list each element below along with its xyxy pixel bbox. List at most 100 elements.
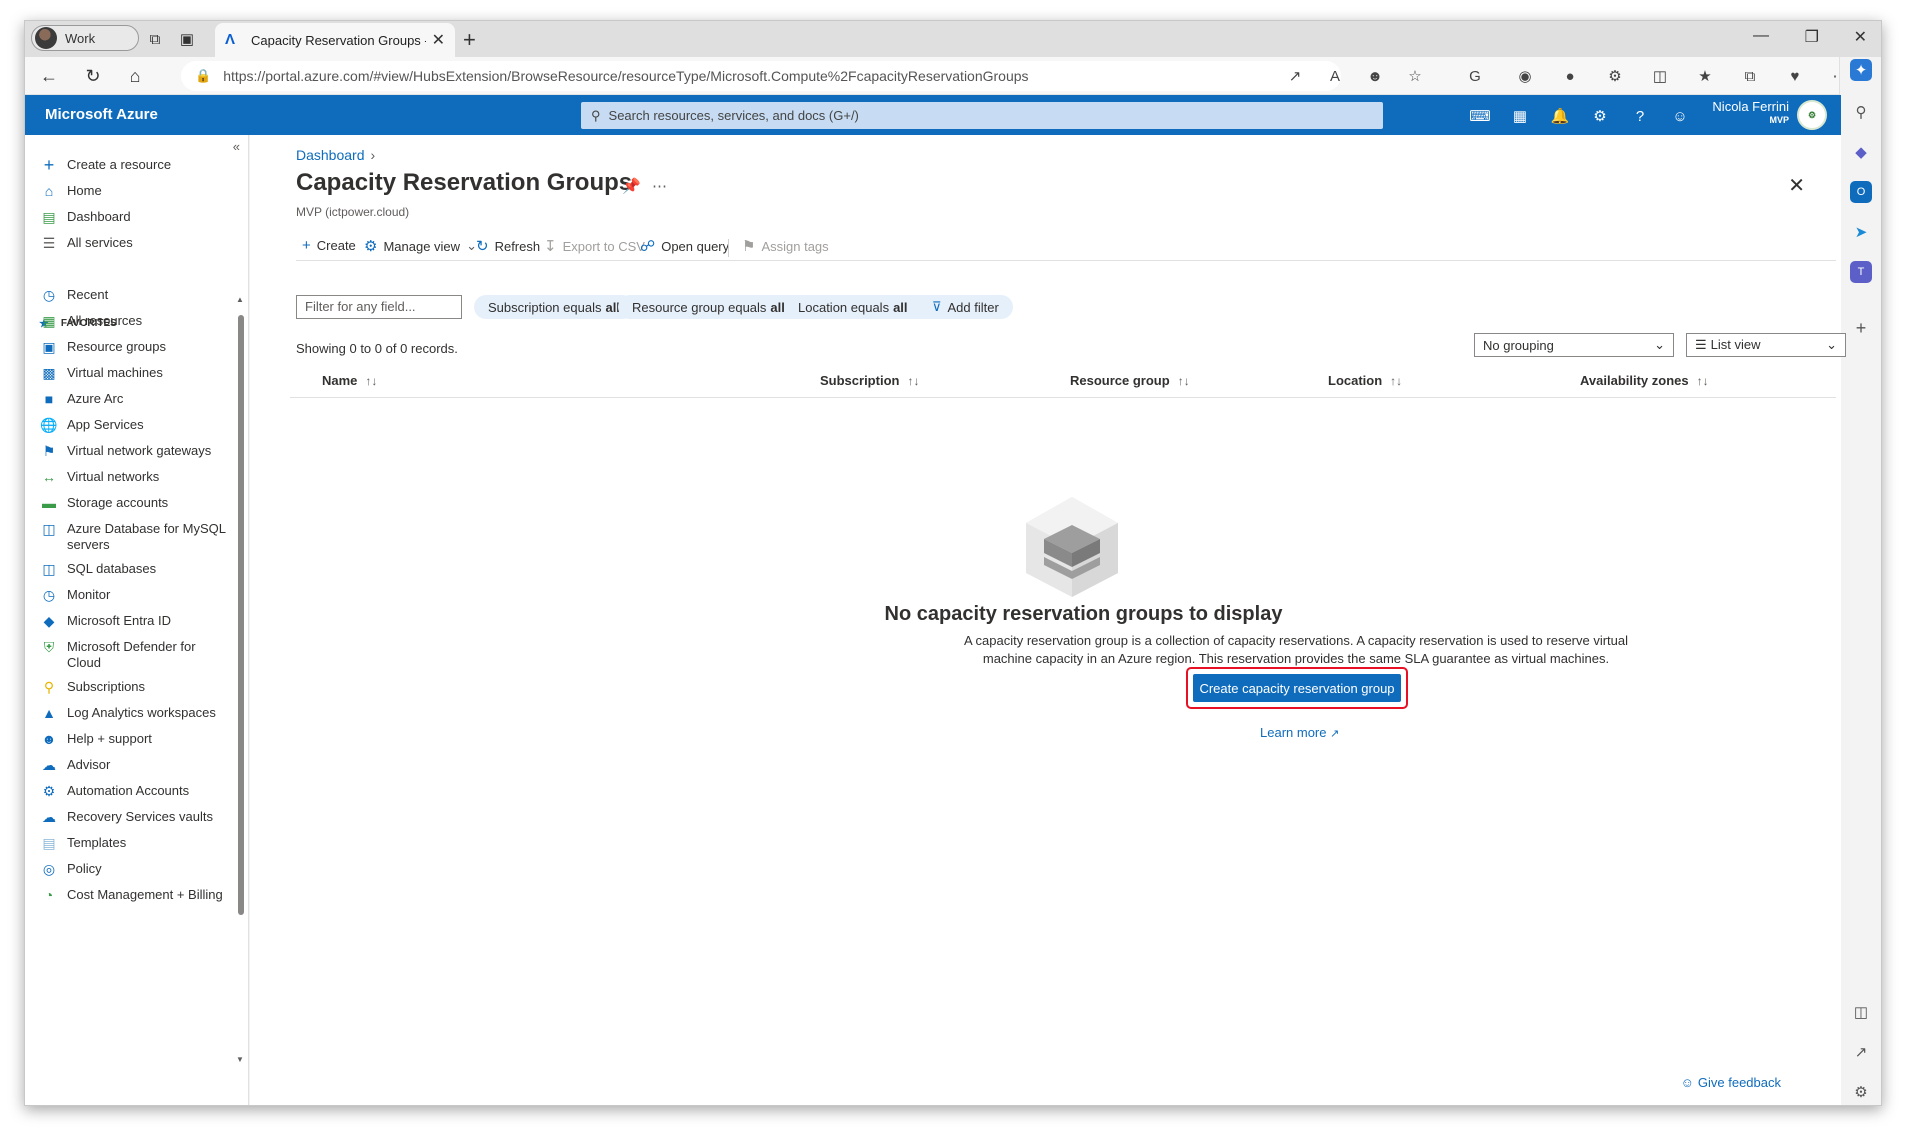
sidebar-item-recent[interactable]: ◷ Recent <box>39 287 229 303</box>
sidebar-item-entra-id[interactable]: ◆ Microsoft Entra ID <box>39 613 229 629</box>
export-csv-button[interactable]: ↧ Export to CSV <box>544 237 645 255</box>
subscription-filter-pill[interactable]: Subscription equals all <box>474 295 634 319</box>
profile-button[interactable]: Work <box>31 25 139 51</box>
sidebar-item-create-resource[interactable]: + Create a resource <box>39 156 229 174</box>
feedback-header-icon[interactable]: ☺ <box>1669 106 1691 126</box>
view-dropdown[interactable]: ☰ List view ⌄ <box>1686 333 1846 357</box>
restore-icon[interactable]: ❐ <box>1805 27 1819 47</box>
sidebar-tools-icon[interactable]: ◆ <box>1850 141 1872 163</box>
close-blade-icon[interactable]: ✕ <box>1788 173 1805 198</box>
split-screen-icon[interactable]: ◫ <box>1650 66 1670 86</box>
sidebar-item-advisor[interactable]: ☁ Advisor <box>39 757 229 773</box>
avatar[interactable]: ⚙ <box>1797 100 1827 130</box>
sidebar-search-icon[interactable]: ⚲ <box>1850 101 1872 123</box>
create-button[interactable]: + Create <box>302 237 356 254</box>
sidebar-item-virtual-machines[interactable]: ▩ Virtual machines <box>39 365 229 381</box>
browser-tab[interactable]: Λ Capacity Reservation Groups - M ✕ <box>215 23 455 57</box>
global-search-input[interactable]: ⚲ Search resources, services, and docs (… <box>581 102 1383 129</box>
workspaces-icon[interactable]: ⧉ <box>143 27 167 51</box>
help-icon[interactable]: ? <box>1629 106 1651 126</box>
sidebar-item-resource-groups[interactable]: ▣ Resource groups <box>39 339 229 355</box>
sidebar-item-automation[interactable]: ⚙ Automation Accounts <box>39 783 229 799</box>
sidebar-item-all-resources[interactable]: ▦ All resources <box>39 313 229 329</box>
sidebar-item-azure-arc[interactable]: ■ Azure Arc <box>39 391 229 407</box>
url-field[interactable]: 🔒 https://portal.azure.com/#view/HubsExt… <box>181 61 1341 91</box>
refresh-button[interactable]: ↻ Refresh <box>476 237 540 255</box>
breadcrumb-dashboard-link[interactable]: Dashboard <box>296 147 365 163</box>
pin-icon[interactable]: 📌 <box>622 177 641 195</box>
sidebar-item-subscriptions[interactable]: ⚲ Subscriptions <box>39 679 229 695</box>
outlook-icon[interactable]: O <box>1850 181 1872 203</box>
directory-filter-icon[interactable]: ▦ <box>1509 106 1531 126</box>
settings-gear-icon[interactable]: ⚙ <box>1589 106 1611 126</box>
assign-tags-button[interactable]: ⚑ Assign tags <box>742 237 829 255</box>
cloud-shell-icon[interactable]: ⌨ <box>1469 106 1491 126</box>
send-icon[interactable]: ➤ <box>1850 221 1872 243</box>
performance-icon[interactable]: ♥ <box>1785 66 1805 86</box>
external-icon[interactable]: ↗ <box>1850 1041 1872 1063</box>
sidebar-item-monitor[interactable]: ◷ Monitor <box>39 587 229 603</box>
user-account[interactable]: Nicola Ferrini MVP <box>1712 99 1789 125</box>
tab-actions-icon[interactable]: ▣ <box>175 27 199 51</box>
sidebar-item-virtual-networks[interactable]: ↔ Virtual networks <box>39 469 229 485</box>
sidebar-item-sql-databases[interactable]: ◫ SQL databases <box>39 561 229 577</box>
collections-icon[interactable]: ⧉ <box>1740 66 1760 86</box>
column-header-name[interactable]: Name ↑↓ <box>322 373 377 388</box>
add-filter-button[interactable]: ⊽ Add filter <box>918 295 1013 319</box>
create-capacity-reservation-group-button[interactable]: Create capacity reservation group <box>1193 674 1401 702</box>
grouping-dropdown[interactable]: No grouping ⌄ <box>1474 333 1674 357</box>
extensions-icon[interactable]: ⚙ <box>1605 66 1625 86</box>
sidebar-item-templates[interactable]: ▤ Templates <box>39 835 229 851</box>
favorite-star-icon[interactable]: ☆ <box>1405 66 1425 86</box>
azure-brand[interactable]: Microsoft Azure <box>45 106 158 123</box>
sidebar-item-virtual-network-gateways[interactable]: ⚑ Virtual network gateways <box>39 443 229 459</box>
column-header-location[interactable]: Location ↑↓ <box>1328 373 1402 388</box>
extension-2-icon[interactable]: ● <box>1560 66 1580 86</box>
sidebar-scrollbar[interactable]: ▲ ▼ <box>236 295 246 1101</box>
reload-icon[interactable]: ↻ <box>81 64 105 88</box>
favorites-icon[interactable]: ★ <box>1695 66 1715 86</box>
sidebar-item-storage-accounts[interactable]: ▬ Storage accounts <box>39 495 229 511</box>
home-icon[interactable]: ⌂ <box>123 64 147 88</box>
manage-view-button[interactable]: ⚙ Manage view ⌄ <box>364 237 477 255</box>
google-icon[interactable]: G <box>1465 66 1485 86</box>
sidebar-item-home[interactable]: ⌂ Home <box>39 183 229 199</box>
sidebar-item-recovery-vaults[interactable]: ☁ Recovery Services vaults <box>39 809 229 825</box>
sidebar-item-policy[interactable]: ◎ Policy <box>39 861 229 877</box>
sidebar-add-icon[interactable]: + <box>1850 317 1872 339</box>
collapse-menu-icon[interactable]: « <box>233 139 240 154</box>
sidebar-item-log-analytics[interactable]: ▲ Log Analytics workspaces <box>39 705 229 721</box>
sidebar-item-defender[interactable]: ⛨ Microsoft Defender for Cloud <box>39 639 229 671</box>
close-window-icon[interactable]: ✕ <box>1854 27 1867 47</box>
sidebar-settings-icon[interactable]: ⚙ <box>1850 1081 1872 1103</box>
more-options-icon[interactable]: ⋯ <box>652 177 667 195</box>
sidebar-item-help-support[interactable]: ☻ Help + support <box>39 731 229 747</box>
extension-1-icon[interactable]: ◉ <box>1515 66 1535 86</box>
sidebar-item-app-services[interactable]: 🌐 App Services <box>39 417 229 433</box>
learn-more-link[interactable]: Learn more ↗ <box>1260 725 1339 740</box>
open-query-button[interactable]: ☍ Open query <box>640 237 729 255</box>
scroll-down-icon[interactable]: ▼ <box>236 1055 244 1064</box>
share-icon[interactable]: ☻ <box>1365 66 1385 86</box>
sidebar-item-cost-management[interactable]: ◔ Cost Management + Billing <box>39 887 229 903</box>
scroll-thumb[interactable] <box>238 315 244 915</box>
read-aloud-icon[interactable]: A <box>1325 66 1345 86</box>
teams-icon[interactable]: T <box>1850 261 1872 283</box>
sidebar-item-all-services[interactable]: ☰ All services <box>39 235 229 251</box>
filter-input[interactable]: Filter for any field... <box>296 295 462 319</box>
column-header-resource-group[interactable]: Resource group ↑↓ <box>1070 373 1190 388</box>
new-tab-icon[interactable]: + <box>463 27 476 53</box>
hide-sidebar-icon[interactable]: ◫ <box>1850 1001 1872 1023</box>
copilot-icon[interactable]: ✦ <box>1850 59 1872 81</box>
column-header-subscription[interactable]: Subscription ↑↓ <box>820 373 919 388</box>
sidebar-item-mysql[interactable]: ◫ Azure Database for MySQL servers <box>39 521 229 553</box>
close-tab-icon[interactable]: ✕ <box>432 30 445 50</box>
give-feedback-link[interactable]: ☺ Give feedback <box>1681 1075 1781 1090</box>
minimize-icon[interactable]: — <box>1753 27 1769 45</box>
sidebar-item-dashboard[interactable]: ▤ Dashboard <box>39 209 229 225</box>
column-header-availability-zones[interactable]: Availability zones ↑↓ <box>1580 373 1709 388</box>
open-in-app-icon[interactable]: ↗ <box>1285 66 1305 86</box>
scroll-up-icon[interactable]: ▲ <box>236 295 244 304</box>
back-icon[interactable]: ← <box>37 64 61 88</box>
notifications-icon[interactable]: 🔔 <box>1549 106 1571 126</box>
